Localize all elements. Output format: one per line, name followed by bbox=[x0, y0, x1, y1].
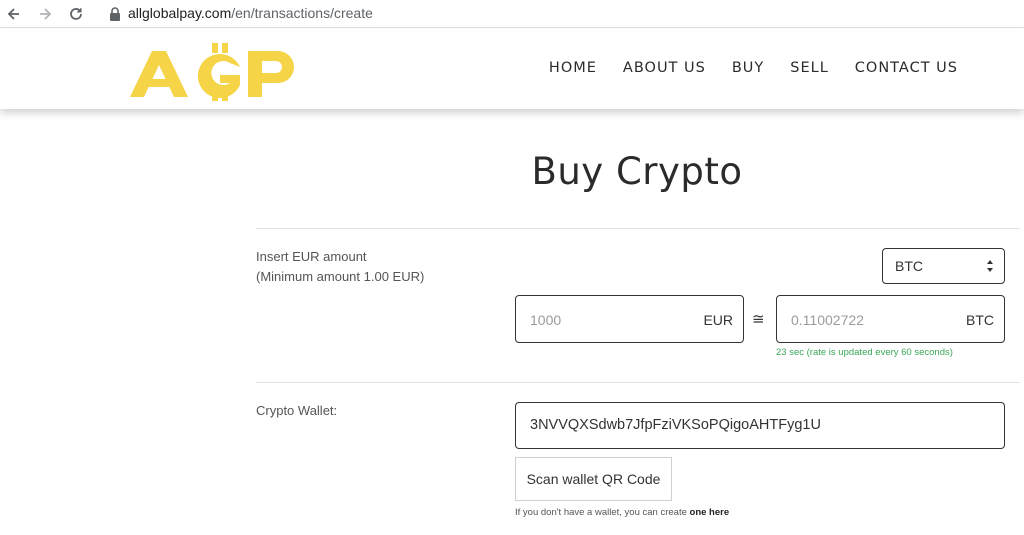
eur-amount-field[interactable]: 1000 EUR bbox=[515, 295, 744, 343]
scan-qr-code-button[interactable]: Scan wallet QR Code bbox=[515, 457, 672, 501]
amount-label: Insert EUR amount (Minimum amount 1.00 E… bbox=[256, 247, 424, 287]
select-arrows-icon bbox=[987, 260, 993, 272]
eur-unit-label: EUR bbox=[703, 312, 733, 328]
back-arrow-icon[interactable] bbox=[4, 4, 24, 24]
browser-toolbar: allglobalpay.com/en/transactions/create bbox=[0, 0, 1024, 28]
nav-sell[interactable]: SELL bbox=[790, 60, 829, 76]
main-nav: HOME ABOUT US BUY SELL CONTACT US bbox=[549, 60, 958, 76]
divider bbox=[256, 228, 1020, 229]
url-host: allglobalpay.com bbox=[128, 5, 232, 21]
address-bar[interactable]: allglobalpay.com/en/transactions/create bbox=[128, 5, 373, 21]
btc-amount-field[interactable]: 0.11002722 BTC bbox=[776, 295, 1005, 343]
nav-about-us[interactable]: ABOUT US bbox=[623, 60, 706, 76]
eur-amount-value: 1000 bbox=[530, 312, 562, 328]
divider bbox=[256, 382, 1020, 383]
crypto-wallet-input[interactable]: 3NVVQXSdwb7JfpFziVKSoPQigoAHTFyg1U bbox=[515, 402, 1005, 449]
forward-arrow-icon[interactable] bbox=[35, 4, 55, 24]
create-wallet-link[interactable]: one here bbox=[690, 507, 730, 518]
approx-equal-icon: ≅ bbox=[752, 311, 765, 328]
nav-home[interactable]: HOME bbox=[549, 60, 597, 76]
url-path: /en/transactions/create bbox=[231, 5, 373, 21]
page-title: Buy Crypto bbox=[531, 150, 743, 193]
rate-update-note: 23 sec (rate is updated every 60 seconds… bbox=[776, 347, 953, 358]
site-header: HOME ABOUT US BUY SELL CONTACT US bbox=[0, 29, 1024, 109]
wallet-hint-text: If you don't have a wallet, you can crea… bbox=[515, 507, 690, 518]
crypto-wallet-label: Crypto Wallet: bbox=[256, 403, 338, 418]
amount-label-line2: (Minimum amount 1.00 EUR) bbox=[256, 269, 425, 284]
crypto-currency-select[interactable]: BTC bbox=[882, 248, 1005, 284]
btc-amount-value: 0.11002722 bbox=[791, 312, 864, 328]
agp-logo[interactable] bbox=[128, 39, 300, 101]
reload-icon[interactable] bbox=[66, 4, 86, 24]
amount-label-line1: Insert EUR amount bbox=[256, 249, 367, 264]
lock-icon bbox=[110, 7, 120, 21]
crypto-currency-select-value: BTC bbox=[895, 258, 923, 274]
nav-contact-us[interactable]: CONTACT US bbox=[855, 60, 958, 76]
wallet-hint: If you don't have a wallet, you can crea… bbox=[515, 507, 729, 518]
btc-unit-label: BTC bbox=[966, 312, 994, 328]
nav-buy[interactable]: BUY bbox=[732, 60, 764, 76]
